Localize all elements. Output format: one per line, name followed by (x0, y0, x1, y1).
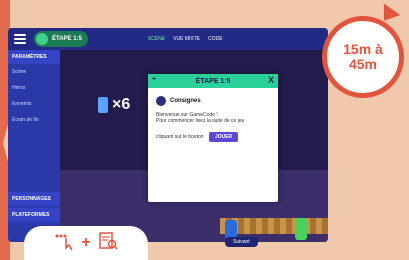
tab-mixed-view[interactable]: VUE MIXTE (173, 36, 200, 42)
sidebar-item-heroes[interactable]: Héros (8, 80, 60, 96)
duration-line-2: 45m (348, 56, 378, 72)
instruction-line-3: cliquant sur le bouton (156, 134, 204, 140)
pointer-click-icon (53, 230, 75, 257)
close-icon[interactable]: X (268, 75, 274, 85)
lives-counter: ×6 (98, 96, 130, 114)
gear-icon (36, 33, 48, 45)
sidebar-item-characters[interactable]: PERSONNAGES (8, 192, 60, 206)
sidebar-item-end-screen[interactable]: Écran de fin (8, 112, 60, 128)
activity-type-tag: + (24, 226, 148, 260)
sidebar-item-scene[interactable]: Scène (8, 64, 60, 80)
top-bar: ÉTAPE 1:5 SCÈNE VUE MIXTE CODE (8, 28, 328, 50)
green-robot-character (295, 218, 307, 240)
move-icon[interactable]: + (152, 76, 156, 83)
sidebar: PARAMÈTRES Scène Héros Ennemis Écran de … (8, 50, 60, 242)
sidebar-footer: PERSONNAGES PLATEFORMES (8, 190, 60, 222)
modal-body: Consignes Bienvenue sur GameCode ! Pour … (148, 88, 278, 150)
sidebar-item-enemies[interactable]: Ennemis (8, 96, 60, 112)
duration-line-1: 15m à (343, 40, 383, 57)
instruction-line-2: Pour commencer lisez la suite de ce jeu (156, 118, 245, 124)
tab-scene[interactable]: SCÈNE (148, 36, 165, 42)
consignes-icon (156, 96, 166, 106)
modal-title: ÉTAPE 1:5 (195, 77, 231, 85)
duration-badge: 15m à 45m (322, 16, 404, 98)
sidebar-header[interactable]: PARAMÈTRES (8, 50, 60, 64)
lives-value: ×6 (112, 96, 131, 113)
consignes-title: Consignes (170, 98, 201, 104)
instruction-line-3-wrap: cliquant sur le bouton JOUER (156, 132, 270, 142)
tab-code[interactable]: CODE (208, 36, 222, 42)
sidebar-item-platforms[interactable]: PLATEFORMES (8, 208, 60, 222)
play-button[interactable]: JOUER (208, 132, 239, 142)
etape-pill: ÉTAPE 1:5 (34, 31, 88, 47)
etape-label: ÉTAPE (52, 36, 72, 42)
modal-header: + ÉTAPE 1:5 X (148, 74, 278, 88)
top-nav: SCÈNE VUE MIXTE CODE (148, 36, 223, 42)
plus-sign: + (81, 234, 91, 251)
menu-icon[interactable] (14, 34, 26, 44)
instructions-modal: + ÉTAPE 1:5 X Consignes Bienvenue sur Ga… (148, 74, 278, 202)
next-button[interactable]: Suivant (225, 237, 258, 247)
etape-value: 1:5 (73, 36, 82, 42)
consignes-heading: Consignes (156, 96, 270, 106)
document-search-icon (97, 230, 119, 257)
battery-icon (98, 96, 108, 113)
